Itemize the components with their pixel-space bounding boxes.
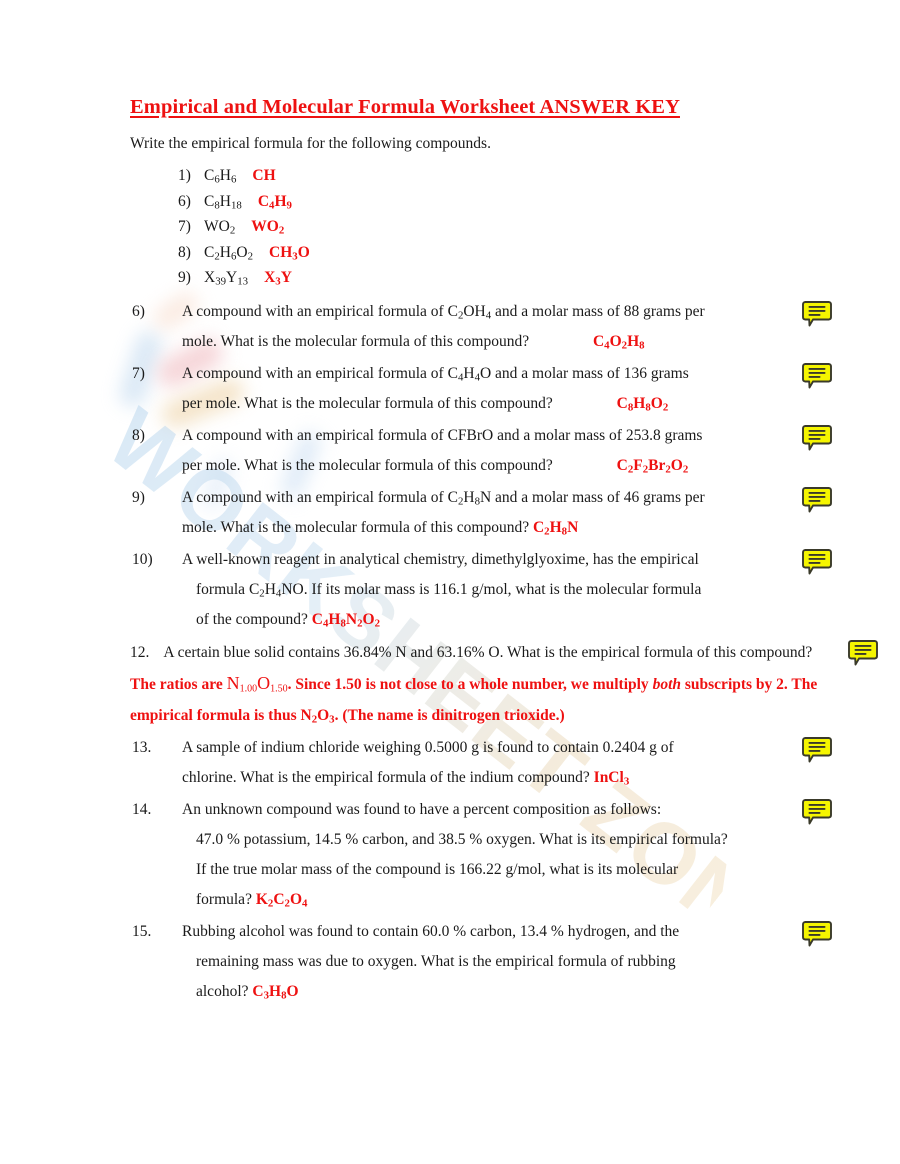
formula-row-answer: X3Y [264,269,292,288]
worksheet-page: Empirical and Molecular Formula Workshee… [0,0,900,1007]
formula-row-given: C2H6O2 [204,243,254,263]
problem-answer: C3H8O [252,982,299,1002]
problem-answer-lead: The ratios are [130,675,223,693]
problem-line: per mole. What is the molecular formula … [182,394,669,414]
problem-number: 8) [132,426,145,444]
problem-line: per mole. What is the molecular formula … [182,456,689,476]
problem-line: A compound with an empirical formula of … [182,364,689,384]
formula-row-given: WO2 [204,218,236,237]
formula-row-answer: CH [252,167,276,184]
problem-line: A sample of indium chloride weighing 0.5… [182,738,674,756]
problem-answer: C8H8O2 [616,394,669,414]
page-title: Empirical and Molecular Formula Workshee… [130,96,680,118]
word-problem: 7) A compound with an empirical formula o… [130,359,840,419]
comment-icon[interactable] [802,424,832,452]
problem-number: 14. [132,800,152,818]
word-problem: 6) A compound with an empirical formula o… [130,297,840,357]
formula-row: 1) C6H6 CH [130,163,840,189]
formula-row: 9) X39Y13 X3Y [130,265,840,291]
problem-answer: K2C2O4 [255,890,308,910]
word-problem: 8) A compound with an empirical formula o… [130,421,840,481]
problem-line: formula? K2C2O4 [196,890,308,910]
problem-text: A compound with an empirical formula of … [182,421,822,481]
formula-row-answer: WO2 [251,218,285,237]
problem-12-text: 12. A certain blue solid contains 36.84% … [130,637,840,731]
comment-icon[interactable] [802,362,832,390]
word-problem: 10) A well-known reagent in analytical ch… [130,545,840,635]
formula-row-given: C8H18 [204,192,242,212]
comment-icon[interactable] [802,300,832,328]
comment-icon[interactable] [848,639,878,667]
empirical-formula-list: 1) C6H6 CH 6) C8H18 C4H9 7) WO2 WO2 8) C2H6O2 CH3O 9… [130,163,840,291]
formula-row: 7) WO2 WO2 [130,214,840,240]
problem-number: 9) [132,488,145,506]
formula-row-number: 7) [178,218,191,235]
problem-answer-math: N1.00O1.50 [226,672,288,694]
formula-row-answer: C4H9 [257,192,292,212]
problem-number: 15. [132,922,152,940]
problem-number: 12. [130,643,150,661]
problem-answer: InCl3 [593,768,630,788]
problem-line: of the compound? C4H8N2O2 [196,610,381,630]
word-problem: 9) A compound with an empirical formula o… [130,483,840,543]
problem-line: If the true molar mass of the compound i… [196,860,679,878]
word-problem: 14. An unknown compound was found to have… [130,795,840,915]
problem-line: A compound with an empirical formula of … [182,426,703,444]
problem-line: alcohol? C3H8O [196,982,299,1002]
problem-text: A sample of indium chloride weighing 0.5… [182,733,822,793]
problem-answer: C4H8N2O2 [311,610,381,630]
problem-line: A certain blue solid contains 36.84% N a… [163,643,737,661]
problem-answer: C2H8N [532,518,579,538]
problem-text: A compound with an empirical formula of … [182,359,822,419]
problem-text: A compound with an empirical formula of … [182,297,822,357]
problem-text: Rubbing alcohol was found to contain 60.… [182,917,822,1007]
formula-row-number: 6) [178,192,191,210]
word-problem: 13. A sample of indium chloride weighing … [130,733,840,793]
formula-row: 8) C2H6O2 CH3O [130,240,840,266]
problem-number: 7) [132,364,145,382]
problem-text: A well-known reagent in analytical chemi… [182,545,822,635]
word-problem: 15. Rubbing alcohol was found to contain … [130,917,840,1007]
formula-row-number: 1) [178,167,191,184]
problem-line: 47.0 % potassium, 14.5 % carbon, and 38.… [196,830,728,848]
problem-line: remaining mass was due to oxygen. What i… [196,952,676,970]
comment-icon[interactable] [802,920,832,948]
problem-number: 10) [132,550,153,568]
problem-line: Rubbing alcohol was found to contain 60.… [182,922,680,940]
problem-answer: C4O2H8 [592,332,645,352]
formula-row-given: X39Y13 [204,269,249,288]
formula-row-answer: CH3O [269,243,310,263]
comment-icon[interactable] [802,548,832,576]
problem-line: A compound with an empirical formula of … [182,302,705,322]
comment-icon[interactable] [802,486,832,514]
problem-line: mole. What is the molecular formula of t… [182,332,645,352]
problem-number: 6) [132,302,145,320]
problem-text: An unknown compound was found to have a … [182,795,822,915]
instruction-text: Write the empirical formula for the foll… [130,135,491,152]
problem-line: A compound with an empirical formula of … [182,488,705,508]
word-problem-list: 6) A compound with an empirical formula o… [130,297,878,1007]
problem-line: An unknown compound was found to have a … [182,800,662,818]
formula-row-number: 8) [178,243,191,261]
problem-line: mole. What is the molecular formula of t… [182,518,579,538]
formula-row-given: C6H6 [204,167,237,186]
problem-number: 13. [132,738,152,756]
problem-line: formula C2H4NO. If its molar mass is 116… [196,580,702,600]
problem-text: A compound with an empirical formula of … [182,483,822,543]
comment-icon[interactable] [802,736,832,764]
comment-icon[interactable] [802,798,832,826]
formula-row: 6) C8H18 C4H9 [130,189,840,215]
problem-line: chlorine. What is the empirical formula … [182,768,630,788]
problem-line: A well-known reagent in analytical chemi… [182,550,699,568]
problem-line: compound? [736,643,813,661]
formula-row-number: 9) [178,269,191,286]
problem-answer: C2F2Br2O2 [616,456,689,476]
word-problem-12: 12. A certain blue solid contains 36.84% … [130,637,878,731]
